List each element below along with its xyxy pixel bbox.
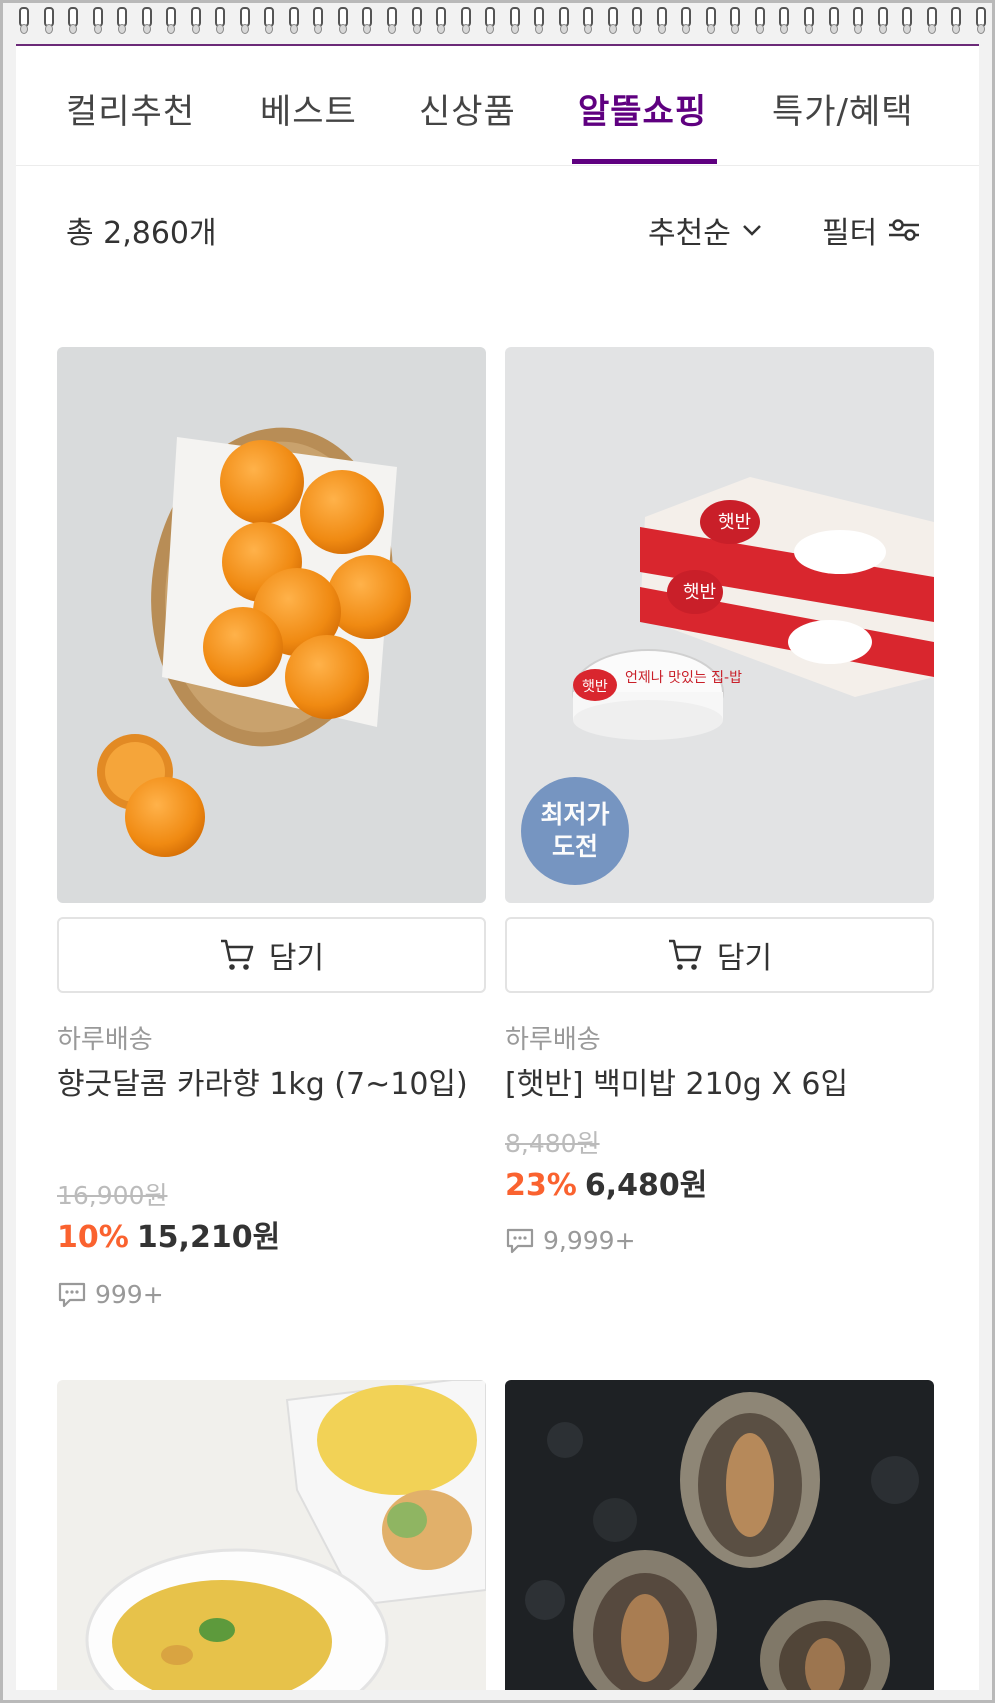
- review-count: 999+: [57, 1280, 164, 1309]
- tab-special[interactable]: 특가/혜택: [772, 84, 914, 133]
- sale-price-row: 23% 6,480원: [505, 1160, 707, 1204]
- product-name[interactable]: [햇반] 백미밥 210g X 6입: [505, 1059, 934, 1111]
- add-to-cart-label: 담기: [268, 941, 325, 976]
- tab-new[interactable]: 신상품: [419, 84, 516, 133]
- add-to-cart-button[interactable]: 담기: [505, 917, 934, 993]
- filter-label: 필터: [822, 216, 878, 251]
- shop-page: 컬리추천 베스트 신상품 알뜰쇼핑 특가/혜택 총 2,860개 추천순 필터: [16, 44, 979, 1690]
- bowl-text: 언제나 맛있는 집-밥: [625, 670, 742, 686]
- original-price: 16,900원: [57, 1181, 168, 1210]
- cart-icon: [220, 939, 254, 970]
- lowest-price-badge: 최저가 도전: [521, 777, 629, 885]
- product-image[interactable]: [505, 1380, 934, 1690]
- binder-rings: [17, 7, 986, 47]
- sort-dropdown[interactable]: 추천순: [648, 208, 763, 252]
- product-name[interactable]: 향긋달콤 카라향 1kg (7~10입): [57, 1059, 486, 1111]
- package-brand-side: 햇반: [683, 582, 716, 603]
- sale-price: 15,210원: [136, 1220, 281, 1255]
- badge-line-2: 도전: [551, 832, 598, 861]
- curry-rice-photo: [57, 1380, 486, 1690]
- add-to-cart-button[interactable]: 담기: [57, 917, 486, 993]
- sale-price-row: 10% 15,210원: [57, 1212, 280, 1256]
- product-image[interactable]: [57, 1380, 486, 1690]
- package-brand-top: 햇반: [718, 512, 751, 533]
- discount-rate: 10%: [57, 1220, 129, 1255]
- add-to-cart-label: 담기: [716, 941, 773, 976]
- active-tab-indicator: [572, 159, 717, 164]
- tangerine-photo: [57, 347, 486, 903]
- product-card[interactable]: 햇반 햇반 햇반 언제나 맛있는 집-밥 최저가 도전 담기 하루배송 [햇반]…: [505, 347, 934, 1255]
- badge-line-1: 최저가: [540, 800, 610, 829]
- filter-button[interactable]: 필터: [822, 208, 921, 252]
- product-card[interactable]: 담기 하루배송 향긋달콤 카라향 1kg (7~10입) 16,900원 10%…: [57, 347, 486, 1309]
- original-price: 8,480원: [505, 1129, 600, 1158]
- product-card[interactable]: [57, 1380, 486, 1690]
- review-count: 9,999+: [505, 1226, 636, 1255]
- abalone-photo: [505, 1380, 934, 1690]
- product-card[interactable]: [505, 1380, 934, 1690]
- product-image[interactable]: 햇반 햇반 햇반 언제나 맛있는 집-밥 최저가 도전: [505, 347, 934, 903]
- tab-best[interactable]: 베스트: [260, 84, 357, 133]
- filter-sliders-icon: [889, 219, 920, 241]
- tab-kurly-recommend[interactable]: 컬리추천: [66, 84, 195, 133]
- speech-bubble-icon: [506, 1228, 534, 1253]
- sale-price: 6,480원: [584, 1168, 708, 1203]
- bowl-brand: 햇반: [582, 679, 608, 695]
- total-count: 총 2,860개: [66, 216, 217, 251]
- discount-rate: 23%: [505, 1168, 577, 1203]
- cart-icon: [668, 939, 702, 970]
- category-tabs: 컬리추천 베스트 신상품 알뜰쇼핑 특가/혜택: [16, 46, 979, 166]
- sort-label: 추천순: [648, 216, 731, 251]
- chevron-down-icon: [742, 225, 761, 236]
- tab-bargain[interactable]: 알뜰쇼핑: [578, 84, 707, 133]
- product-image[interactable]: [57, 347, 486, 903]
- review-count-value: 9,999+: [543, 1226, 636, 1255]
- delivery-type: 하루배송: [505, 1025, 601, 1055]
- delivery-type: 하루배송: [57, 1025, 153, 1055]
- speech-bubble-icon: [58, 1282, 86, 1307]
- review-count-value: 999+: [95, 1280, 164, 1309]
